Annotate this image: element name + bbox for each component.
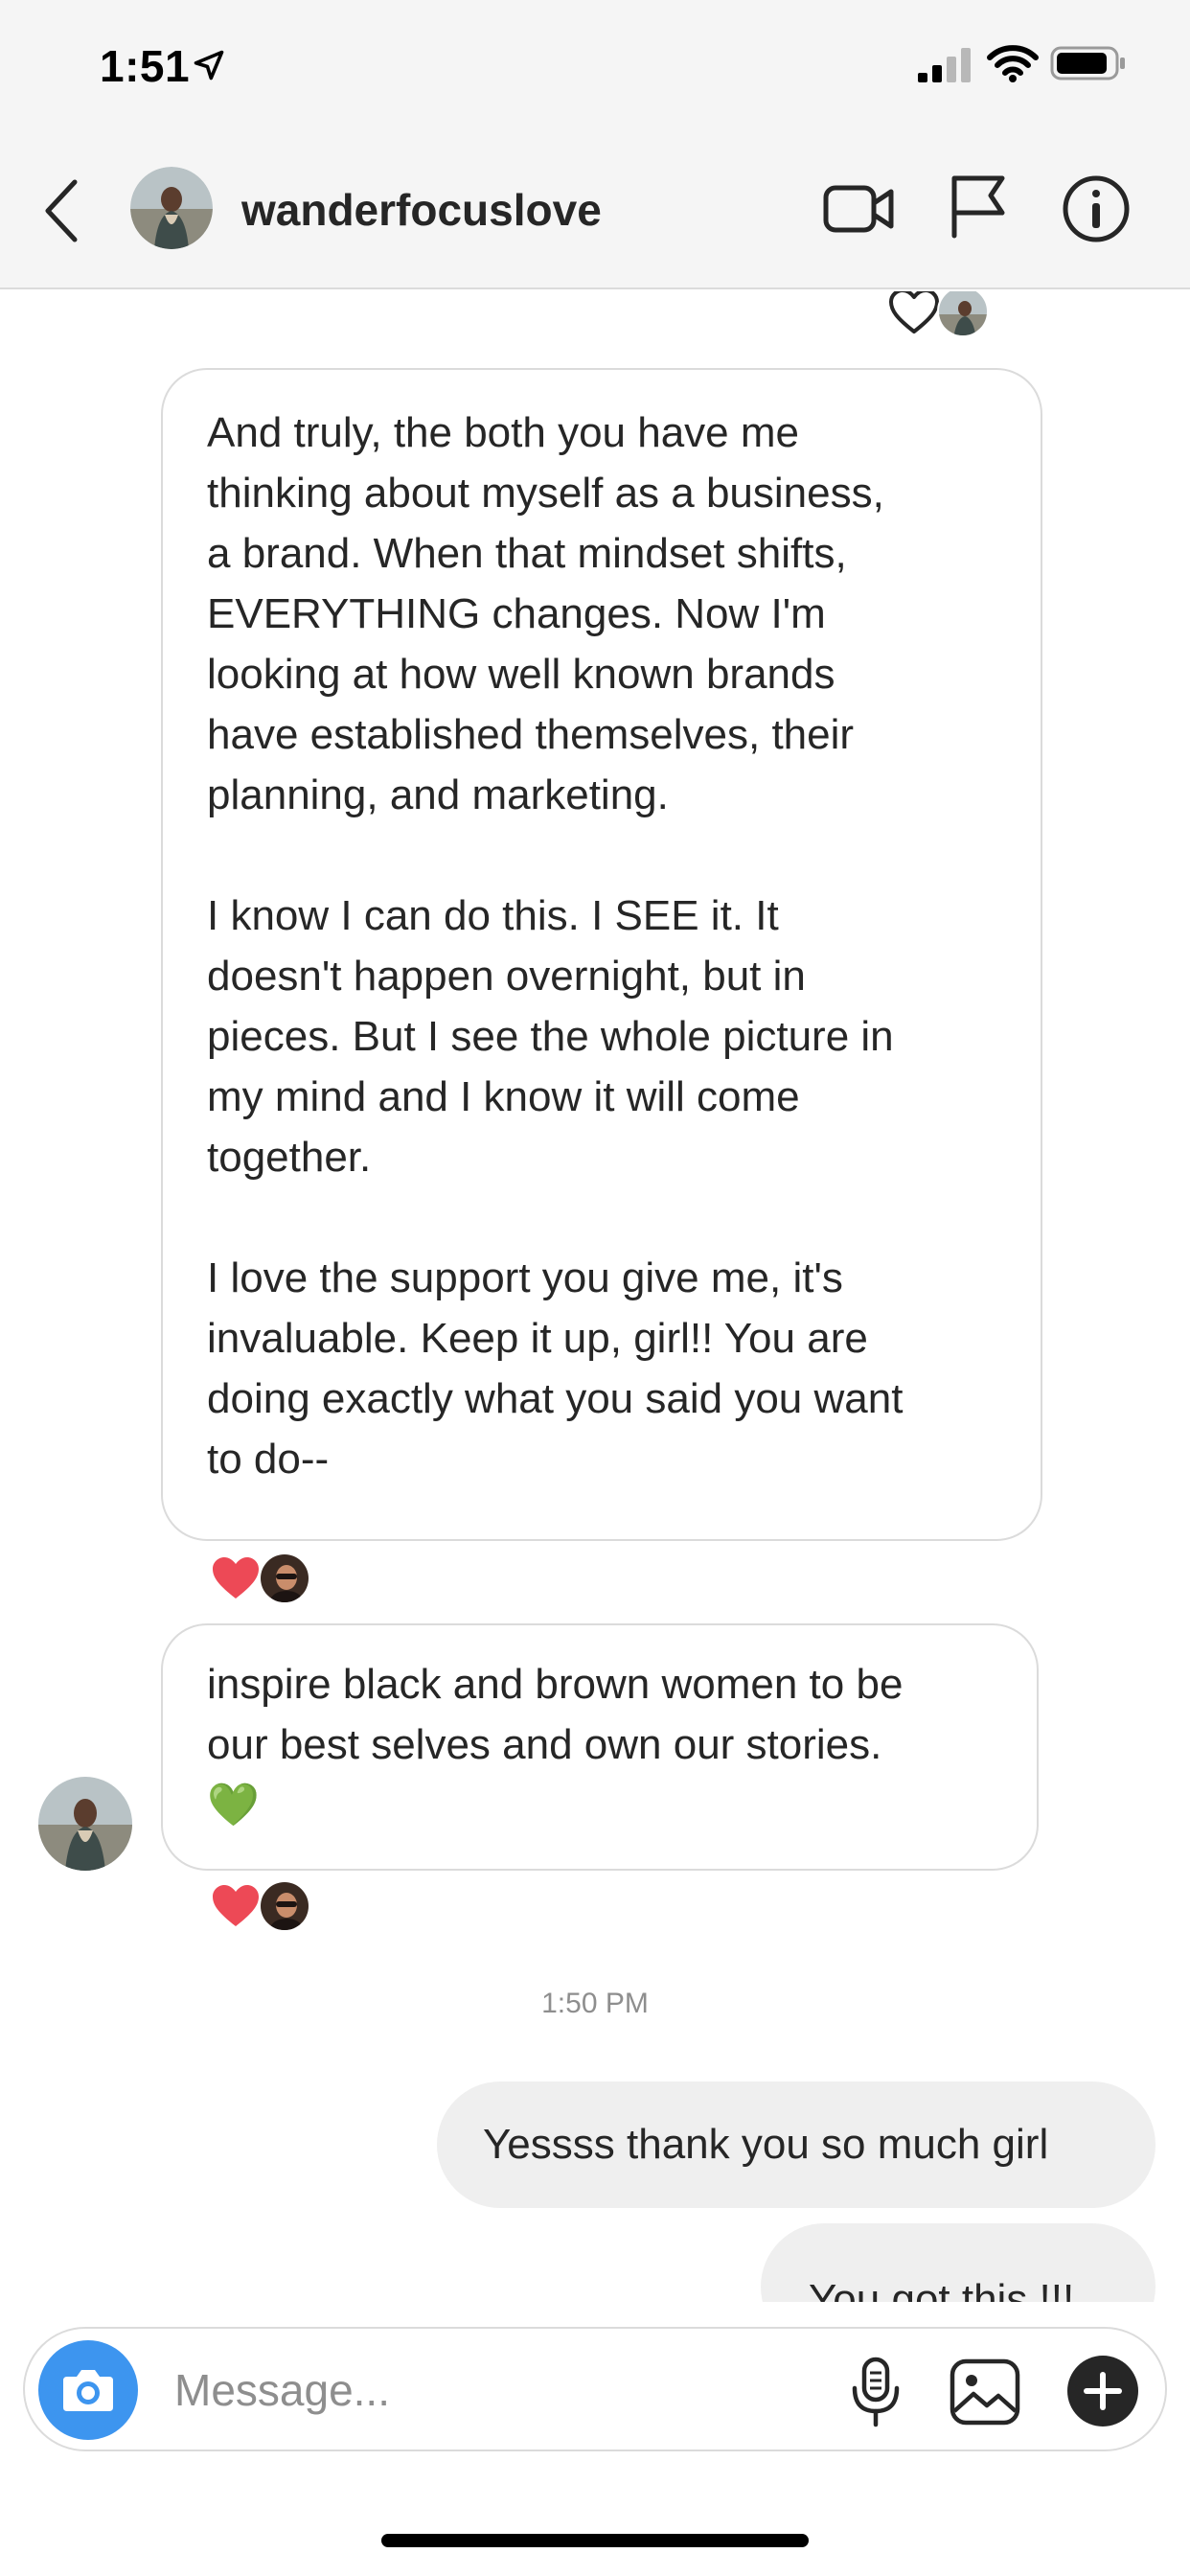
wifi-icon (987, 45, 1039, 82)
video-call-icon[interactable] (822, 178, 895, 240)
chat-username[interactable]: wanderfocuslove (241, 184, 602, 236)
message-text: I know I can do this. I SEE it. It doesn… (207, 892, 894, 1181)
plus-icon[interactable] (1065, 2354, 1140, 2428)
heart-outline-icon[interactable] (887, 291, 941, 335)
message-text: I love the support you give me, it's inv… (207, 1254, 904, 1483)
avatar (259, 1552, 310, 1604)
gallery-icon[interactable] (949, 2356, 1021, 2428)
message-composer (23, 2327, 1167, 2451)
received-message[interactable]: inspire black and brown women to be our … (161, 1623, 1039, 1871)
avatar[interactable] (38, 1777, 132, 1871)
camera-icon (63, 2370, 113, 2411)
location-arrow-icon (194, 50, 224, 80)
heart-filled-icon (213, 1885, 259, 1926)
message-timestamp: 1:50 PM (541, 1988, 649, 2019)
heart-filled-icon (213, 1557, 259, 1598)
message-text: inspire black and brown women to be our … (207, 1661, 904, 1828)
flag-icon[interactable] (949, 172, 1008, 240)
signal-icon (918, 48, 971, 82)
avatar (937, 291, 989, 337)
message-reaction[interactable] (209, 1552, 310, 1604)
sent-message[interactable]: You got this !!! (761, 2223, 1156, 2302)
status-bar: 1:51 (0, 0, 1190, 134)
battery-icon (1050, 46, 1125, 80)
avatar (259, 1880, 310, 1932)
status-time: 1:51 (100, 41, 191, 91)
message-input[interactable] (174, 2354, 788, 2426)
microphone-icon[interactable] (849, 2356, 903, 2428)
message-text: Yessss thank you so much girl (483, 2121, 1049, 2168)
info-icon[interactable] (1062, 174, 1131, 243)
message-text: And truly, the both you have me thinking… (207, 409, 884, 818)
message-thread[interactable]: And truly, the both you have me thinking… (0, 291, 1190, 2302)
back-chevron-icon[interactable] (38, 176, 86, 245)
avatar[interactable] (130, 167, 213, 249)
received-message[interactable]: And truly, the both you have me thinking… (161, 368, 1042, 1541)
seen-reaction (887, 291, 989, 337)
camera-button[interactable] (38, 2340, 138, 2440)
chat-header: wanderfocuslove (0, 134, 1190, 289)
message-reaction[interactable] (209, 1880, 310, 1932)
home-indicator[interactable] (381, 2534, 809, 2547)
message-text: You got this !!! (809, 2276, 1075, 2302)
sent-message[interactable]: Yessss thank you so much girl (437, 2082, 1156, 2208)
